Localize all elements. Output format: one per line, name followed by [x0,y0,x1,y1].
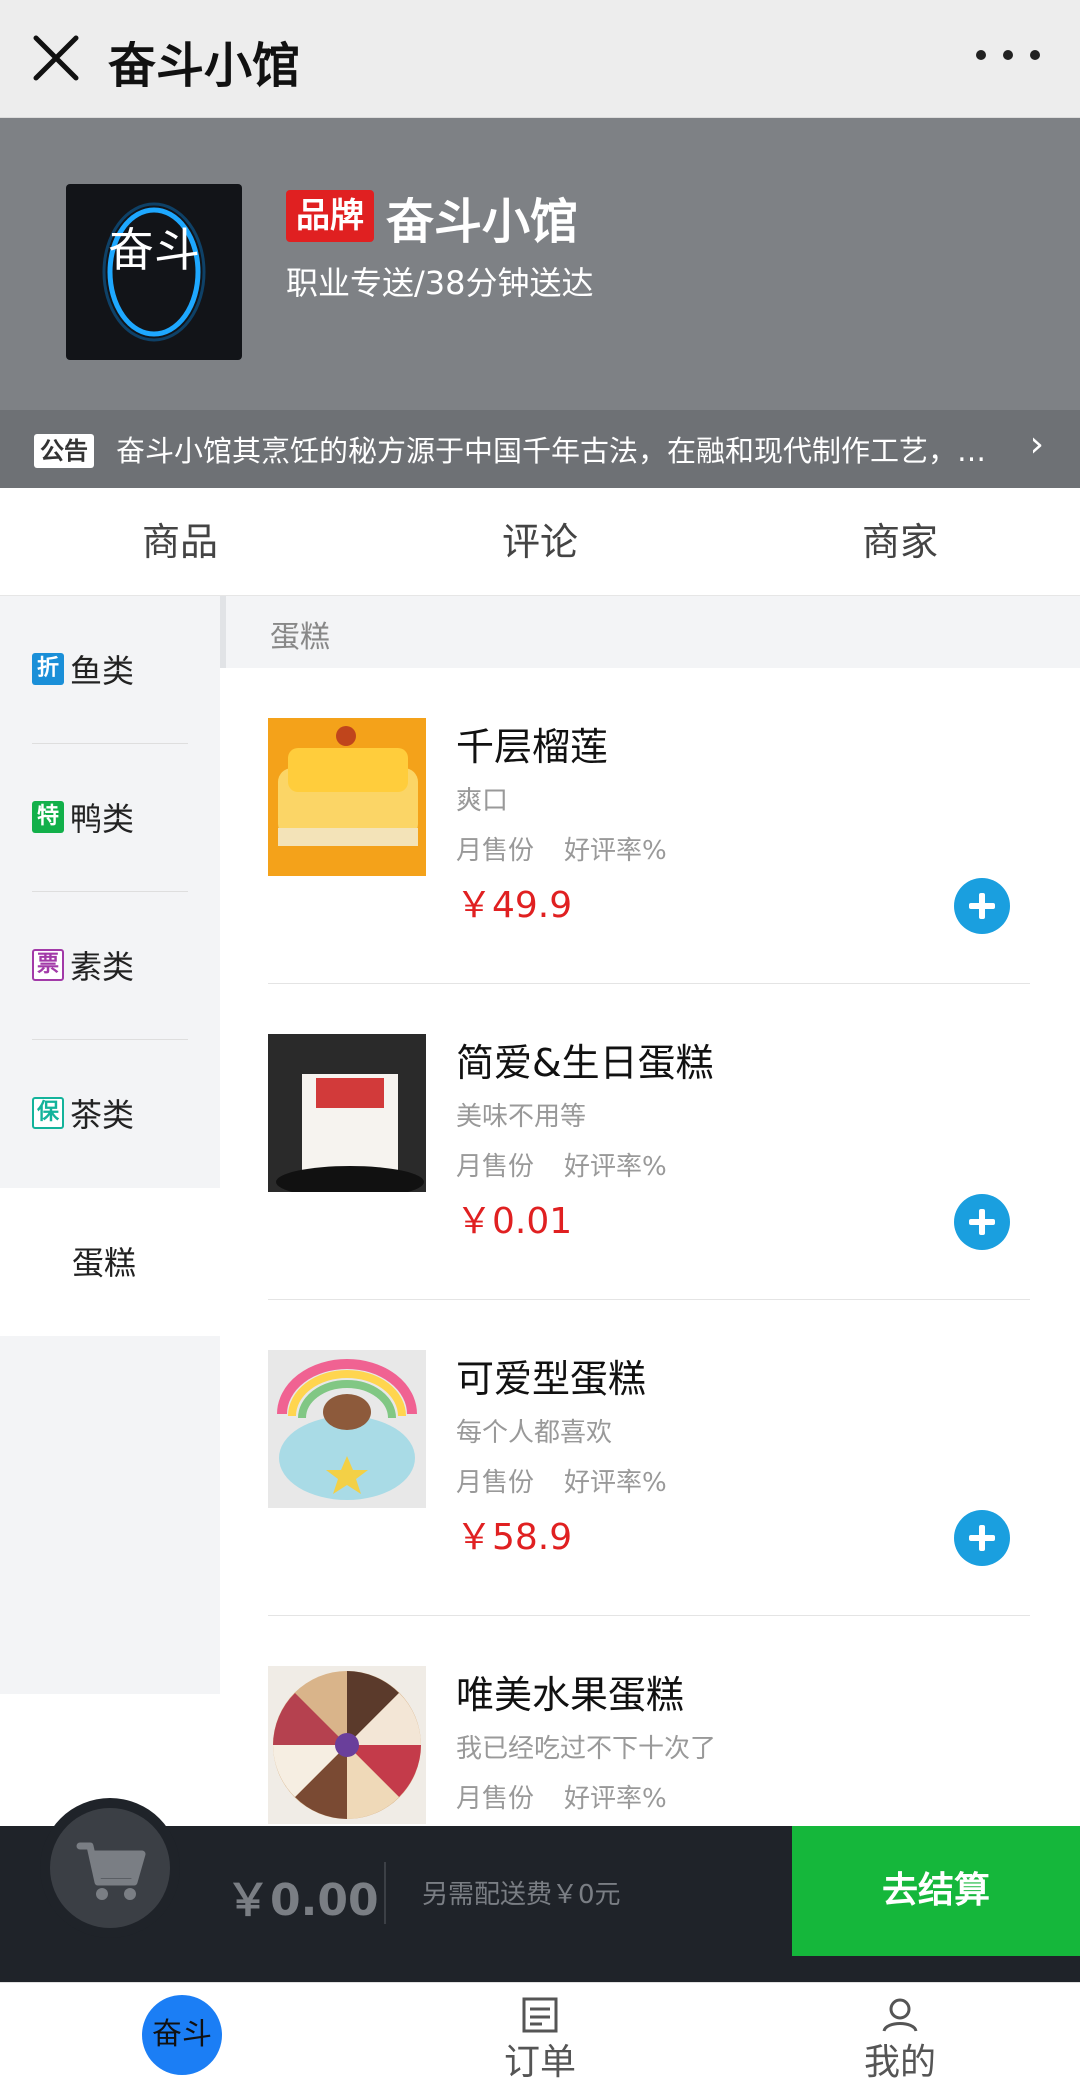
cart-total: ￥0.00 [226,1875,379,1926]
category-cake[interactable]: 蛋糕 [0,1188,220,1336]
ticket-tag: 票 [32,949,64,981]
category-label: 素类 [70,948,135,986]
product-name: 可爱型蛋糕 [456,1357,647,1401]
discount-tag: 折 [32,653,64,685]
category-fish[interactable]: 折 鱼类 [0,596,220,744]
category-label: 鸭类 [70,800,135,838]
product-item[interactable]: 千层榴莲 爽口 月售份 好评率% ￥49.9 [268,668,1030,984]
page-title: 奋斗小馆 [108,38,301,94]
bottom-nav: 奋斗 订单 我的 [0,1982,1080,2083]
nav-orders[interactable]: 订单 [360,1983,720,2083]
product-stats: 月售份 好评率% [456,1152,667,1182]
add-to-cart-button[interactable] [954,1510,1010,1566]
product-image [268,1034,426,1192]
add-to-cart-button[interactable] [954,878,1010,934]
shop-header: 奋斗 品牌 奋斗小馆 职业专送/38分钟送达 [0,118,1080,410]
home-bubble-icon: 奋斗 [142,1995,222,2075]
section-title: 蛋糕 [270,620,330,655]
section-header: 蛋糕 [220,596,1080,668]
category-label: 鱼类 [70,652,135,690]
tab-merchant[interactable]: 商家 [720,488,1080,595]
category-duck[interactable]: 特 鸭类 [0,744,220,892]
product-image [268,718,426,876]
nav-home[interactable]: 奋斗 [0,1983,360,2083]
nav-label: 订单 [503,2042,576,2083]
cart-button[interactable] [40,1798,180,1938]
delivery-fee-note: 另需配送费￥0元 [422,1880,621,1910]
product-price: ￥58.9 [456,1517,573,1558]
category-vegetable[interactable]: 票 素类 [0,892,220,1040]
tab-reviews[interactable]: 评论 [360,488,720,595]
tab-goods[interactable]: 商品 [0,488,360,595]
product-image [268,1666,426,1824]
cart-icon [76,1842,146,1900]
nav-profile[interactable]: 我的 [720,1983,1080,2083]
product-price: ￥49.9 [456,885,573,926]
notice-tag: 公告 [34,434,94,468]
close-icon[interactable] [28,30,84,86]
product-item[interactable]: 简爱&生日蛋糕 美味不用等 月售份 好评率% ￥0.01 [268,984,1030,1300]
tab-bar: 商品 评论 商家 [0,488,1080,596]
special-tag: 特 [32,801,64,833]
shop-name: 奋斗小馆 [386,194,579,250]
guarantee-tag: 保 [32,1097,64,1129]
category-sidebar: 折 鱼类 特 鸭类 票 素类 保 茶类 蛋糕 [0,596,220,1694]
user-icon [882,1998,918,2032]
shop-logo: 奋斗 [66,184,242,360]
category-label: 蛋糕 [72,1244,137,1282]
shop-delivery-info: 职业专送/38分钟送达 [286,264,594,302]
chevron-right-icon: › [1029,424,1044,465]
product-name: 唯美水果蛋糕 [456,1673,685,1717]
product-price: ￥0.01 [456,1201,573,1242]
product-description: 爽口 [456,786,509,816]
cart-bar: ￥0.00 另需配送费￥0元 去结算 [0,1798,1080,1982]
product-description: 每个人都喜欢 [456,1418,613,1448]
notice-text: 奋斗小馆其烹饪的秘方源于中国千年古法，在融和现代制作工艺，由世... [116,434,996,468]
top-bar: 奋斗小馆 [0,0,1080,118]
brand-badge: 品牌 [286,190,374,242]
category-label: 茶类 [70,1096,135,1134]
product-name: 简爱&生日蛋糕 [456,1041,714,1085]
product-item[interactable]: 可爱型蛋糕 每个人都喜欢 月售份 好评率% ￥58.9 [268,1300,1030,1616]
product-name: 千层榴莲 [456,725,609,769]
order-icon [522,1997,558,2033]
product-stats: 月售份 好评率% [456,836,667,866]
nav-label: 我的 [863,2042,936,2083]
add-to-cart-button[interactable] [954,1194,1010,1250]
logo-text: 奋斗 [108,223,200,277]
product-description: 美味不用等 [456,1102,587,1132]
product-stats: 月售份 好评率% [456,1784,667,1814]
checkout-button[interactable]: 去结算 [792,1826,1080,1956]
category-tea[interactable]: 保 茶类 [0,1040,220,1188]
notice-bar[interactable]: 公告 奋斗小馆其烹饪的秘方源于中国千年古法，在融和现代制作工艺，由世... › [0,410,1080,488]
product-stats: 月售份 好评率% [456,1468,667,1498]
product-image [268,1350,426,1508]
product-description: 我已经吃过不下十次了 [456,1734,717,1764]
more-icon[interactable] [976,40,1040,70]
